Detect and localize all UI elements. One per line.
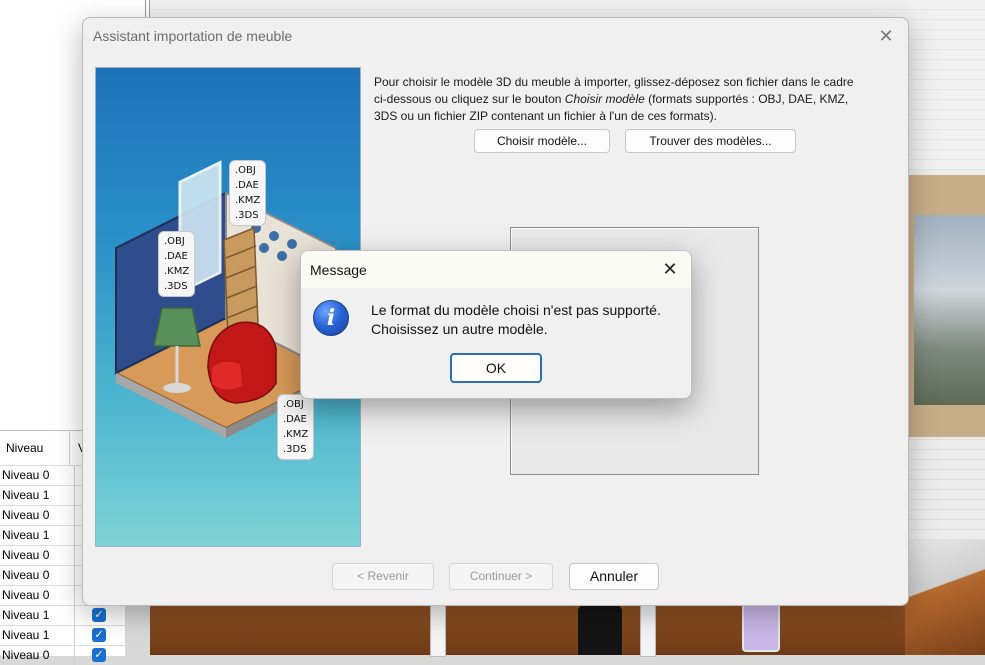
choose-model-reference: Choisir modèle: [564, 92, 645, 106]
message-title: Message: [310, 262, 367, 278]
visible-checkbox[interactable]: ✓: [92, 648, 106, 662]
message-header: Message ✕: [301, 251, 691, 288]
table-row[interactable]: Niveau 1 ✓: [0, 605, 125, 625]
level-cell: Niveau 0: [0, 646, 75, 665]
instructions-text: Pour choisir le modèle 3D du meuble à im…: [374, 75, 854, 123]
find-models-button[interactable]: Trouver des modèles...: [625, 129, 796, 153]
ok-button[interactable]: OK: [450, 353, 542, 383]
message-line-1: Le format du modèle choisi n'est pas sup…: [371, 302, 661, 318]
table-row[interactable]: Niveau 1 ✓: [0, 625, 125, 645]
visible-checkbox[interactable]: ✓: [92, 628, 106, 642]
level-cell: Niveau 0: [0, 506, 75, 525]
close-icon[interactable]: ✕: [659, 258, 681, 280]
background-floor-right: [905, 540, 985, 655]
background-object: [578, 605, 622, 655]
background-table-leg: [640, 605, 656, 657]
level-cell: Niveau 0: [0, 586, 75, 605]
back-button[interactable]: < Revenir: [332, 563, 434, 590]
cancel-button[interactable]: Annuler: [569, 563, 659, 590]
info-icon: i: [313, 300, 349, 336]
wizard-title: Assistant importation de meuble: [93, 28, 293, 44]
background-painting: [908, 175, 985, 437]
level-cell: Niveau 1: [0, 626, 75, 645]
message-text: Le format du modèle choisi n'est pas sup…: [371, 301, 661, 339]
level-cell: Niveau 1: [0, 486, 75, 505]
format-callout-top: .OBJ .DAE .KMZ .3DS: [229, 160, 267, 226]
continue-button[interactable]: Continuer >: [449, 563, 553, 590]
level-column-header[interactable]: Niveau: [0, 431, 70, 465]
background-table-leg: [430, 605, 446, 657]
close-icon[interactable]: ✕: [872, 24, 900, 48]
level-cell: Niveau 0: [0, 546, 75, 565]
level-cell: Niveau 0: [0, 466, 75, 485]
choose-model-button[interactable]: Choisir modèle...: [474, 129, 610, 153]
message-dialog: Message ✕ i Le format du modèle choisi n…: [300, 250, 692, 399]
format-callout-bottom: .OBJ .DAE .KMZ .3DS: [277, 394, 315, 460]
level-cell: Niveau 0: [0, 566, 75, 585]
format-callout-left: .OBJ .DAE .KMZ .3DS: [158, 231, 196, 297]
level-cell: Niveau 1: [0, 526, 75, 545]
background-phone: [742, 598, 780, 652]
message-line-2: Choisissez un autre modèle.: [371, 321, 548, 337]
level-cell: Niveau 1: [0, 606, 75, 625]
table-row[interactable]: Niveau 0 ✓: [0, 645, 125, 665]
visible-checkbox[interactable]: ✓: [92, 608, 106, 622]
